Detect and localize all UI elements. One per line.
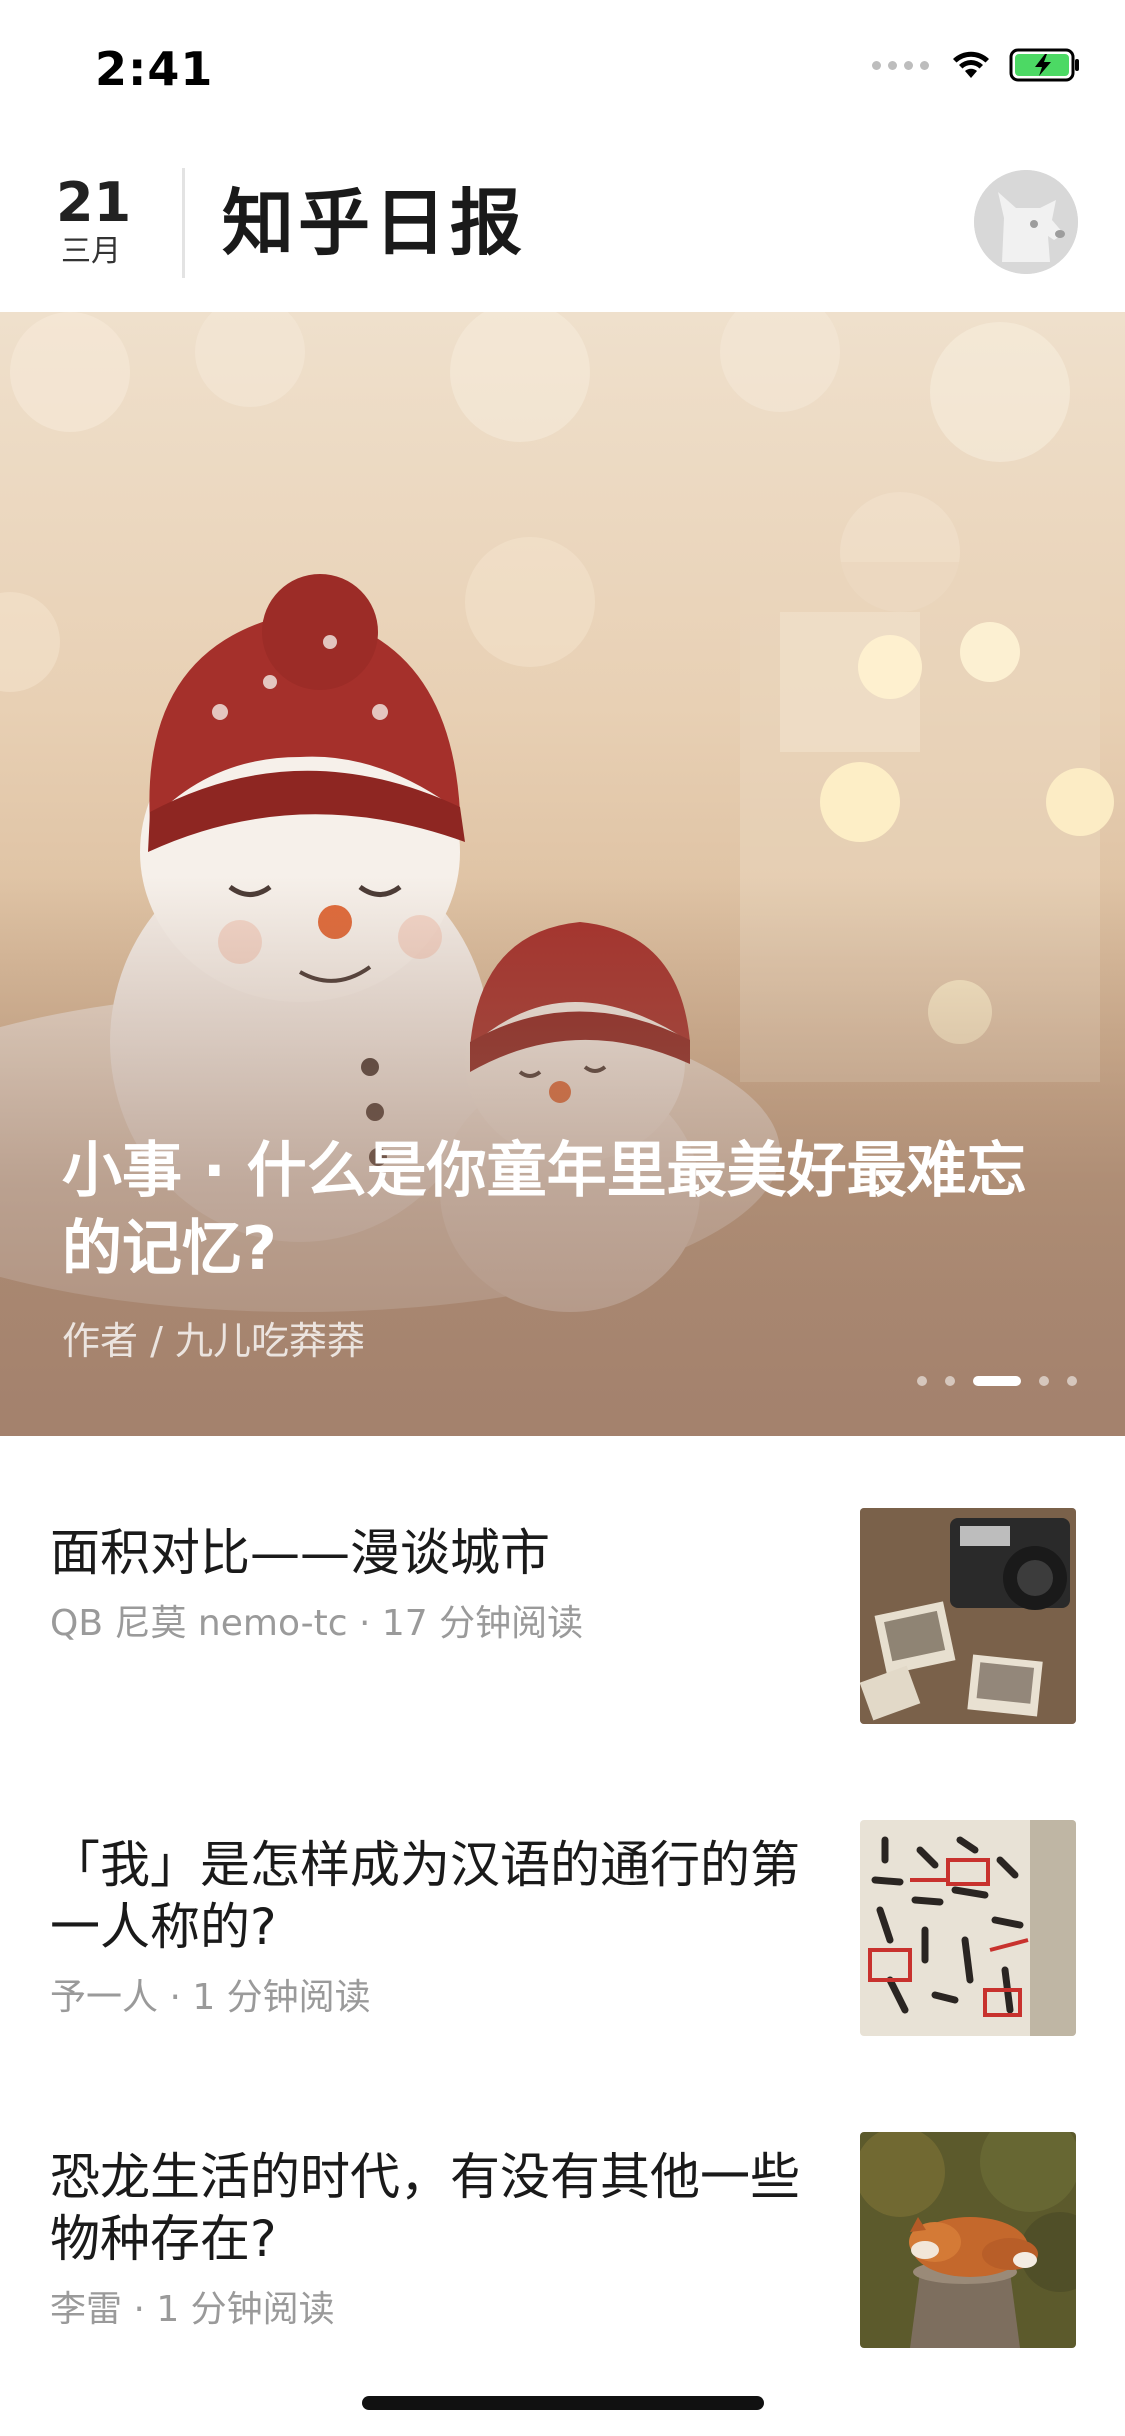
date-month: 三月 — [61, 234, 121, 269]
hero-author: 作者 / 九儿吃莽莽 — [62, 1319, 365, 1363]
story-meta: QB 尼莫 nemo-tc · 17 分钟阅读 — [50, 1603, 584, 1644]
pager-dot[interactable] — [1067, 1376, 1077, 1386]
sleeping-fox-thumbnail — [860, 2132, 1076, 2348]
story-item[interactable]: 「我」是怎样成为汉语的通行的第一人称的? 予一人 · 1 分钟阅读 — [0, 1748, 1125, 2060]
story-title[interactable]: 恐龙生活的时代，有没有其他一些物种存在? — [50, 2146, 810, 2270]
dog-avatar-icon — [974, 170, 1078, 274]
app-title: 知乎日报 — [222, 181, 527, 265]
story-thumbnail[interactable] — [860, 1508, 1076, 1724]
status-icons — [872, 48, 1081, 82]
pager-dot-active[interactable] — [973, 1376, 1021, 1386]
story-meta: 予一人 · 1 分钟阅读 — [50, 1977, 371, 2018]
status-time: 2:41 — [95, 42, 214, 96]
story-meta: 李雷 · 1 分钟阅读 — [50, 2289, 335, 2330]
pager-dots[interactable] — [917, 1376, 1077, 1386]
hero-title[interactable]: 小事 · 什么是你童年里最美好最难忘的记忆? — [62, 1132, 1072, 1288]
story-item[interactable]: 面积对比——漫谈城市 QB 尼莫 nemo-tc · 17 分钟阅读 — [0, 1436, 1125, 1748]
avatar[interactable] — [974, 170, 1078, 274]
battery-charging-icon — [1009, 48, 1079, 82]
pager-dot[interactable] — [1039, 1376, 1049, 1386]
story-title[interactable]: 面积对比——漫谈城市 — [50, 1522, 810, 1584]
pager-dot[interactable] — [917, 1376, 927, 1386]
signal-dots-icon — [872, 60, 929, 70]
hero-banner[interactable]: 小事 · 什么是你童年里最美好最难忘的记忆? 作者 / 九儿吃莽莽 — [0, 312, 1125, 1436]
date-block: 21 三月 — [56, 171, 132, 270]
story-thumbnail[interactable] — [860, 2132, 1076, 2348]
pager-dot[interactable] — [945, 1376, 955, 1386]
story-thumbnail[interactable] — [860, 1820, 1076, 2036]
wifi-icon — [953, 51, 989, 78]
calligraphy-manuscript-thumbnail — [860, 1820, 1076, 2036]
story-title[interactable]: 「我」是怎样成为汉语的通行的第一人称的? — [50, 1834, 810, 1958]
date-day: 21 — [56, 171, 132, 234]
header-divider — [182, 168, 185, 278]
vintage-camera-photos-thumbnail — [860, 1508, 1076, 1724]
status-bar: 2:41 — [0, 0, 1125, 140]
app-header: 21 三月 知乎日报 — [0, 140, 1125, 312]
story-item[interactable]: 恐龙生活的时代，有没有其他一些物种存在? 李雷 · 1 分钟阅读 — [0, 2060, 1125, 2372]
home-indicator[interactable] — [362, 2396, 764, 2410]
